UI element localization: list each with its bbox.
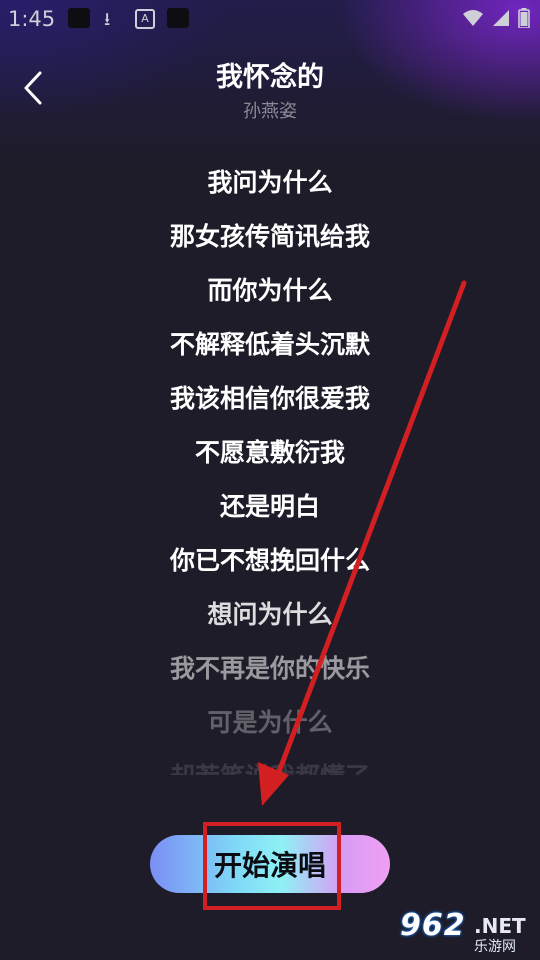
battery-icon <box>518 8 530 28</box>
artist-name: 孙燕姿 <box>243 101 297 122</box>
lyrics-list: 我问为什么那女孩传简讯给我 而你为什么不解释低着头沉默 我该相信你很爱我 不愿意敷衍我… <box>0 155 540 775</box>
status-bar: 1:45 ⭳ A <box>0 0 540 36</box>
lyric-line: 却若笑说我都懂了 <box>0 757 540 775</box>
lyric-line: 可是为什么 <box>207 708 333 737</box>
lyric-line: 我不再是你的快乐 <box>169 654 370 683</box>
signal-icon <box>493 10 509 26</box>
lyric-line: 而你为什么 <box>207 276 333 305</box>
status-time: 1:45 <box>8 7 56 31</box>
download-icon: ⭳ <box>104 9 111 30</box>
lyric-line: 想问为什么 <box>207 600 333 629</box>
lyric-line: 还是明白 <box>219 492 320 521</box>
wifi-icon <box>463 10 483 26</box>
watermark-logo: 962 .NET 乐游网 <box>400 908 532 955</box>
watermark-name: 乐游网 <box>474 939 516 955</box>
a-icon: A <box>135 9 155 29</box>
watermark-number: 962 <box>400 908 466 943</box>
lyric-line: 不愿意敷衍我 <box>194 438 345 467</box>
lyric-line: 不解释低着头沉默 <box>169 330 370 359</box>
watermark-domain: .NET <box>474 914 526 938</box>
notification-square-icon <box>68 8 90 28</box>
song-title: 我怀念的 <box>216 62 324 93</box>
notification-square-icon <box>167 8 189 28</box>
lyric-line: 你已不想挽回什么 <box>169 546 370 575</box>
lyric-line: 我问为什么 <box>207 168 333 197</box>
annotation-highlight-box <box>203 822 341 910</box>
lyric-line: 那女孩传简讯给我 <box>169 222 370 251</box>
lyric-line: 我该相信你很爱我 <box>169 384 370 413</box>
